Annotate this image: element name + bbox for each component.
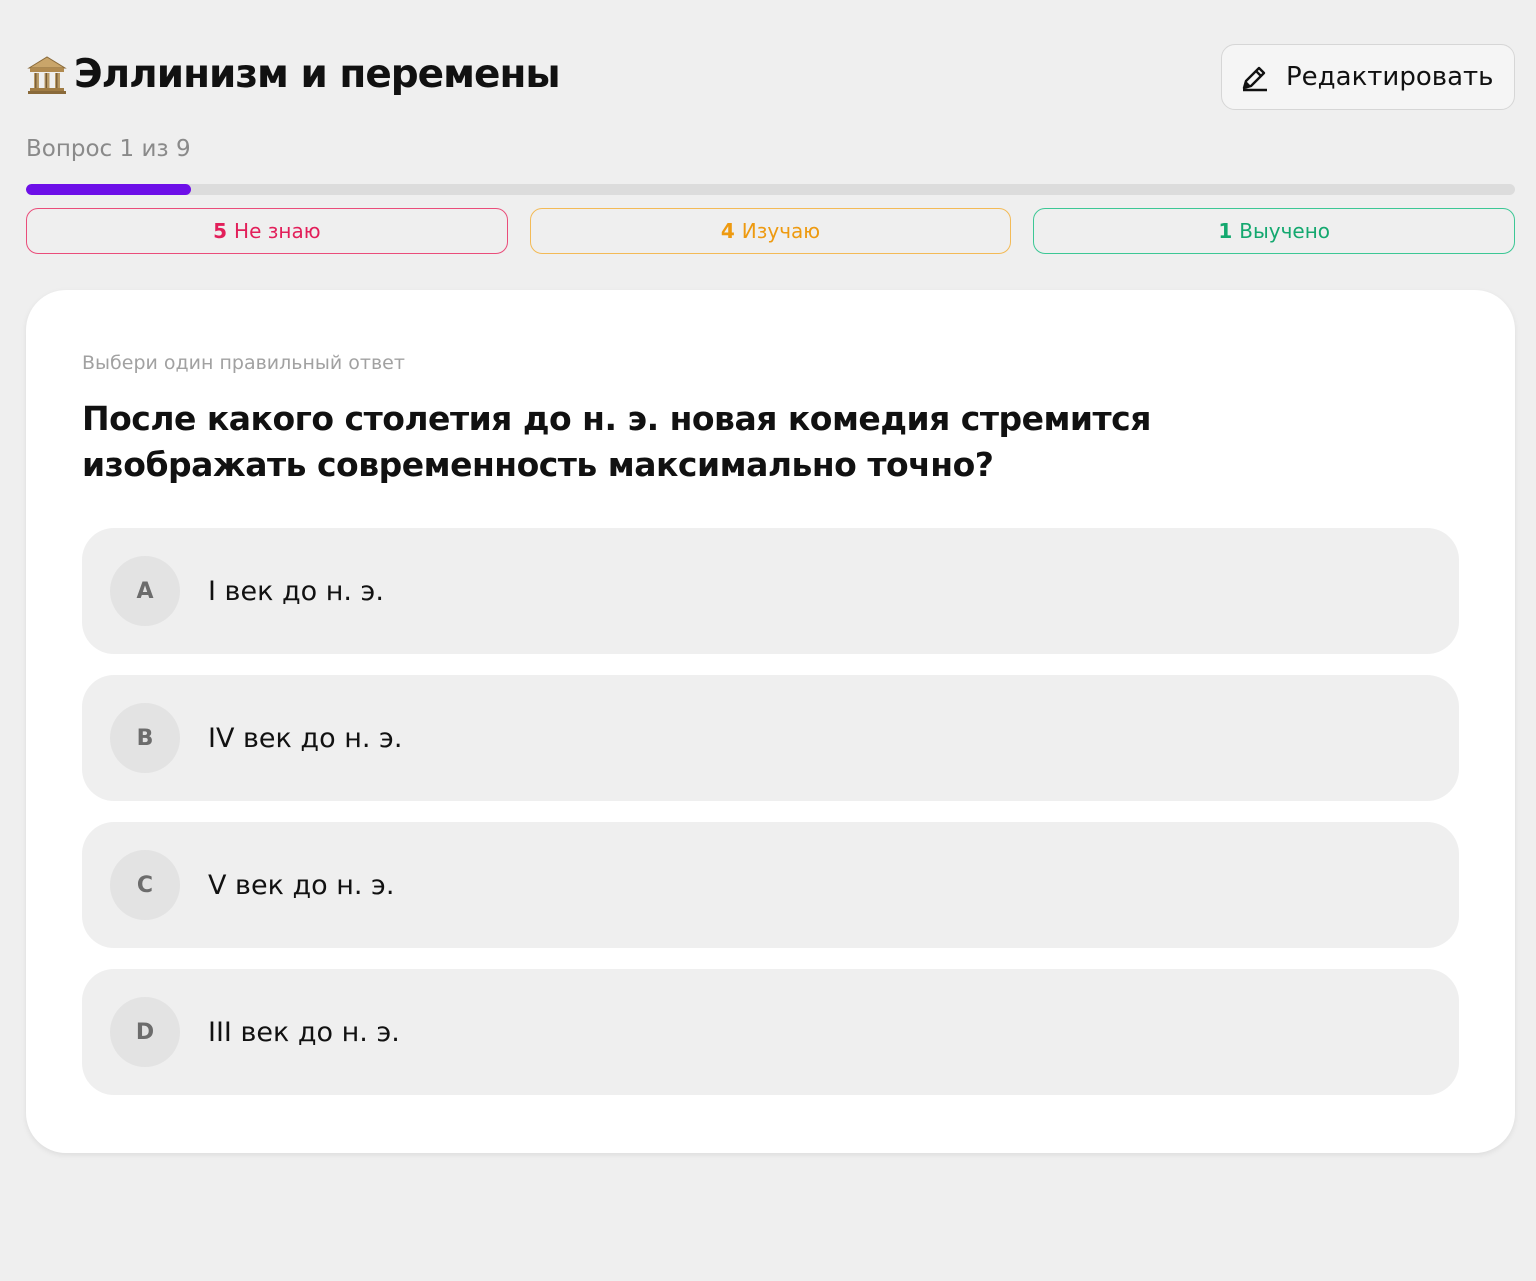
- status-unknown-label: Не знаю: [234, 219, 321, 243]
- status-learning-count: 4: [720, 219, 735, 243]
- status-learned-button[interactable]: 1 Выучено: [1033, 208, 1516, 254]
- page-title: Эллинизм и перемены: [74, 52, 561, 97]
- option-letter: D: [110, 997, 180, 1067]
- status-learning-button[interactable]: 4 Изучаю: [529, 208, 1012, 254]
- option-text: IV век до н. э.: [208, 722, 403, 754]
- edit-button[interactable]: Редактировать: [1221, 44, 1515, 110]
- classical-building-icon: [27, 55, 67, 94]
- question-card: Выбери один правильный ответ После каког…: [26, 290, 1515, 1153]
- edit-button-label: Редактировать: [1286, 62, 1494, 92]
- progress-bar-fill: [26, 184, 192, 195]
- answer-option-a[interactable]: A I век до н. э.: [82, 528, 1459, 654]
- option-letter: C: [110, 850, 180, 920]
- status-unknown-count: 5: [213, 219, 228, 243]
- question-text: После какого столетия до н. э. новая ком…: [82, 399, 1151, 484]
- status-learned-count: 1: [1218, 219, 1233, 243]
- option-text: I век до н. э.: [208, 575, 384, 607]
- answer-option-c[interactable]: C V век до н. э.: [82, 822, 1459, 948]
- answer-option-b[interactable]: B IV век до н. э.: [82, 675, 1459, 801]
- pencil-icon: [1242, 66, 1267, 92]
- option-text: III век до н. э.: [208, 1016, 400, 1048]
- answer-option-d[interactable]: D III век до н. э.: [82, 969, 1459, 1095]
- progress-bar: [26, 184, 1515, 195]
- instruction-text: Выбери один правильный ответ: [82, 352, 405, 374]
- option-letter: A: [110, 556, 180, 626]
- status-learned-label: Выучено: [1239, 219, 1331, 243]
- progress-label: Вопрос 1 из 9: [26, 136, 191, 162]
- answer-options: A I век до н. э. B IV век до н. э. C V в…: [82, 528, 1459, 1116]
- status-learning-label: Изучаю: [741, 219, 821, 243]
- option-text: V век до н. э.: [208, 869, 395, 901]
- option-letter: B: [110, 703, 180, 773]
- status-unknown-button[interactable]: 5 Не знаю: [26, 208, 508, 254]
- header: Эллинизм и перемены Редактировать: [26, 44, 1515, 110]
- status-row: 5 Не знаю 4 Изучаю 1 Выучено: [26, 208, 1516, 254]
- title-wrap: Эллинизм и перемены: [26, 52, 561, 97]
